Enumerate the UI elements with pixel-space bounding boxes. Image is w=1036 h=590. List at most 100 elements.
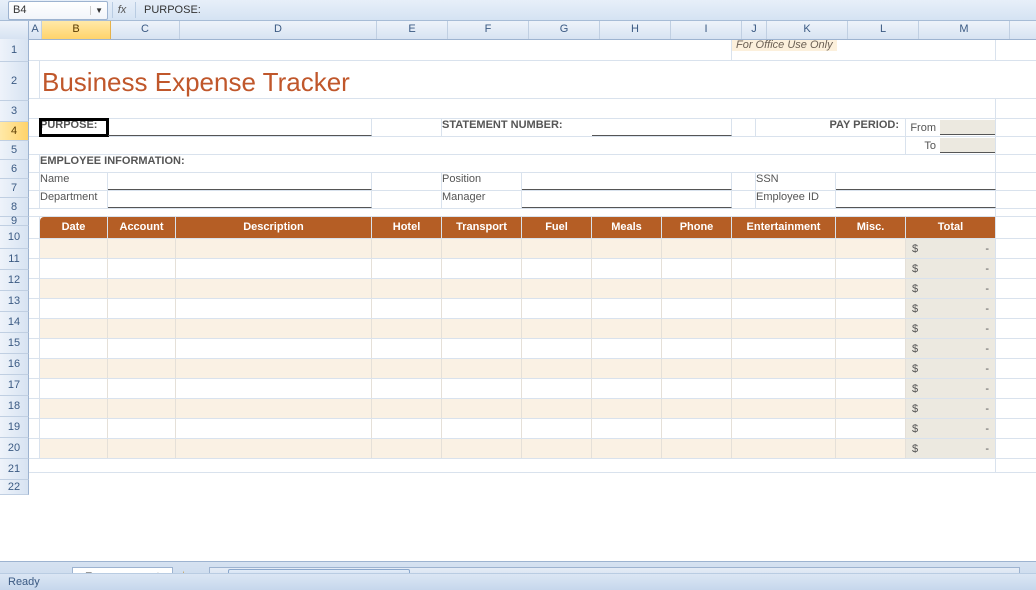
expense-cell[interactable] <box>108 359 176 378</box>
expense-cell[interactable] <box>108 339 176 358</box>
expense-cell[interactable] <box>40 379 108 398</box>
expense-cell[interactable] <box>592 279 662 298</box>
row-header-7[interactable]: 7 <box>0 179 29 198</box>
expense-cell[interactable] <box>40 299 108 318</box>
expense-cell[interactable] <box>592 399 662 418</box>
expense-cell[interactable] <box>662 259 732 278</box>
expense-cell[interactable] <box>662 279 732 298</box>
expense-cell[interactable] <box>836 299 906 318</box>
expense-cell[interactable] <box>176 399 372 418</box>
expense-cell[interactable] <box>442 419 522 438</box>
expense-cell[interactable] <box>176 439 372 458</box>
row-header-22[interactable]: 22 <box>0 480 29 495</box>
expense-cell[interactable] <box>372 359 442 378</box>
expense-cell[interactable] <box>442 259 522 278</box>
expense-cell[interactable] <box>108 259 176 278</box>
expense-cell[interactable] <box>176 239 372 258</box>
expense-cell[interactable] <box>522 319 592 338</box>
expense-cell[interactable] <box>662 239 732 258</box>
row-header-13[interactable]: 13 <box>0 291 29 312</box>
expense-cell[interactable] <box>40 259 108 278</box>
expense-cell[interactable] <box>592 319 662 338</box>
row-header-11[interactable]: 11 <box>0 249 29 270</box>
column-header-J[interactable]: J <box>742 21 767 39</box>
expense-cell[interactable] <box>176 279 372 298</box>
row-header-4[interactable]: 4 <box>0 122 29 141</box>
expense-cell[interactable] <box>108 399 176 418</box>
expense-cell[interactable] <box>176 319 372 338</box>
expense-cell[interactable] <box>442 359 522 378</box>
expense-cell[interactable] <box>836 319 906 338</box>
column-header-G[interactable]: G <box>529 21 600 39</box>
purpose-input[interactable] <box>108 119 372 136</box>
expense-cell[interactable] <box>732 239 836 258</box>
expense-cell[interactable] <box>662 339 732 358</box>
row-header-5[interactable]: 5 <box>0 141 29 160</box>
expense-cell[interactable] <box>662 359 732 378</box>
expense-cell[interactable] <box>372 399 442 418</box>
expense-cell[interactable] <box>732 339 836 358</box>
expense-cell[interactable] <box>836 279 906 298</box>
expense-cell[interactable] <box>372 299 442 318</box>
manager-input[interactable] <box>522 191 732 208</box>
column-header-E[interactable]: E <box>377 21 448 39</box>
row-header-14[interactable]: 14 <box>0 312 29 333</box>
expense-cell[interactable] <box>442 339 522 358</box>
expense-cell[interactable] <box>442 279 522 298</box>
expense-cell[interactable] <box>732 359 836 378</box>
column-header-K[interactable]: K <box>767 21 848 39</box>
fx-icon[interactable]: fx <box>115 2 133 18</box>
expense-cell[interactable] <box>442 439 522 458</box>
expense-cell[interactable] <box>592 259 662 278</box>
expense-cell[interactable] <box>108 419 176 438</box>
column-header-F[interactable]: F <box>448 21 529 39</box>
row-header-12[interactable]: 12 <box>0 270 29 291</box>
expense-cell[interactable] <box>372 259 442 278</box>
expense-cell[interactable] <box>442 319 522 338</box>
expense-cell[interactable] <box>176 259 372 278</box>
expense-cell[interactable] <box>836 379 906 398</box>
expense-cell[interactable] <box>592 419 662 438</box>
expense-cell[interactable] <box>662 419 732 438</box>
expense-cell[interactable] <box>176 379 372 398</box>
expense-cell[interactable] <box>108 379 176 398</box>
expense-cell[interactable] <box>592 379 662 398</box>
column-header-B[interactable]: B <box>42 21 111 39</box>
expense-cell[interactable] <box>108 239 176 258</box>
expense-cell[interactable] <box>836 439 906 458</box>
expense-cell[interactable] <box>592 339 662 358</box>
column-header-M[interactable]: M <box>919 21 1010 39</box>
expense-cell[interactable] <box>522 379 592 398</box>
row-header-1[interactable]: 1 <box>0 39 29 62</box>
row-header-18[interactable]: 18 <box>0 396 29 417</box>
expense-cell[interactable] <box>40 319 108 338</box>
expense-cell[interactable] <box>372 279 442 298</box>
row-header-19[interactable]: 19 <box>0 417 29 438</box>
expense-cell[interactable] <box>522 279 592 298</box>
expense-cell[interactable] <box>662 319 732 338</box>
expense-cell[interactable] <box>372 339 442 358</box>
expense-cell[interactable] <box>176 339 372 358</box>
row-header-9[interactable]: 9 <box>0 217 29 226</box>
expense-cell[interactable] <box>662 399 732 418</box>
expense-cell[interactable] <box>176 359 372 378</box>
expense-cell[interactable] <box>372 319 442 338</box>
expense-cell[interactable] <box>732 379 836 398</box>
column-header-A[interactable]: A <box>29 21 42 39</box>
expense-cell[interactable] <box>108 299 176 318</box>
row-header-20[interactable]: 20 <box>0 438 29 459</box>
statement-number-input[interactable] <box>592 119 732 136</box>
expense-cell[interactable] <box>836 239 906 258</box>
expense-cell[interactable] <box>522 359 592 378</box>
row-header-17[interactable]: 17 <box>0 375 29 396</box>
expense-cell[interactable] <box>592 299 662 318</box>
expense-cell[interactable] <box>732 399 836 418</box>
expense-cell[interactable] <box>108 439 176 458</box>
expense-cell[interactable] <box>442 379 522 398</box>
expense-cell[interactable] <box>40 339 108 358</box>
expense-cell[interactable] <box>40 419 108 438</box>
column-header-I[interactable]: I <box>671 21 742 39</box>
column-header-L[interactable]: L <box>848 21 919 39</box>
expense-cell[interactable] <box>662 379 732 398</box>
expense-cell[interactable] <box>176 419 372 438</box>
